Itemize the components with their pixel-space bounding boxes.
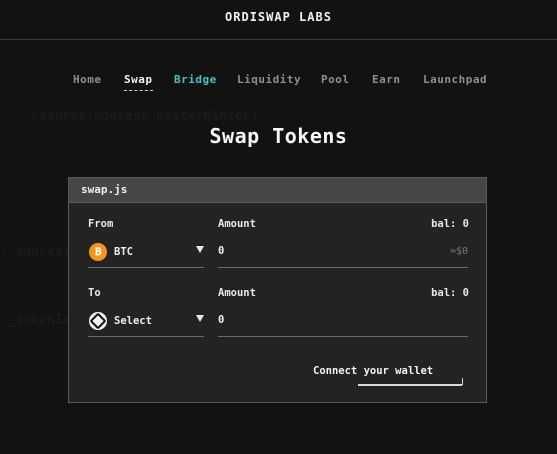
brand-title: ORDISWAP LABS xyxy=(225,10,332,24)
swap-card: swap.js From Amount bal: 0 ₿ BTC ≈$0 To … xyxy=(68,177,487,403)
to-label: To xyxy=(88,287,101,299)
nav-earn[interactable]: Earn xyxy=(372,73,401,86)
chevron-down-icon xyxy=(196,315,204,322)
card-filename: swap.js xyxy=(81,183,128,196)
from-amount-label: Amount xyxy=(218,218,256,230)
nav-bridge[interactable]: Bridge xyxy=(174,73,217,86)
main-nav: Home Swap Bridge Liquidity Pool Earn Lau… xyxy=(0,73,557,93)
to-amount-label: Amount xyxy=(218,287,256,299)
bitcoin-icon: ₿ xyxy=(89,243,107,261)
to-token-select[interactable]: Select xyxy=(88,308,204,337)
nav-pool[interactable]: Pool xyxy=(321,73,350,86)
nav-launchpad[interactable]: Launchpad xyxy=(423,73,487,86)
nav-swap[interactable]: Swap xyxy=(124,73,153,91)
from-amount-input[interactable] xyxy=(218,245,418,257)
top-header: ORDISWAP LABS xyxy=(0,0,557,40)
connect-underline-tick xyxy=(462,378,463,385)
to-amount-input[interactable] xyxy=(218,314,418,326)
nav-home[interactable]: Home xyxy=(73,73,102,86)
to-token-name: Select xyxy=(114,315,152,327)
chevron-down-icon xyxy=(196,246,204,253)
to-amount-field xyxy=(218,308,468,337)
to-balance: bal: 0 xyxy=(431,287,469,299)
from-amount-field: ≈$0 xyxy=(218,239,468,268)
from-balance: bal: 0 xyxy=(431,218,469,230)
card-header: swap.js xyxy=(69,178,486,203)
connect-underline xyxy=(358,384,462,386)
connect-wallet-button[interactable]: Connect your wallet xyxy=(313,365,433,377)
token-placeholder-icon xyxy=(89,312,107,330)
from-token-select[interactable]: ₿ BTC xyxy=(88,239,204,268)
from-label: From xyxy=(88,218,114,230)
from-token-name: BTC xyxy=(114,246,133,258)
page-title: Swap Tokens xyxy=(209,124,348,148)
from-usd-value: ≈$0 xyxy=(449,246,468,257)
nav-liquidity[interactable]: Liquidity xyxy=(237,73,301,86)
